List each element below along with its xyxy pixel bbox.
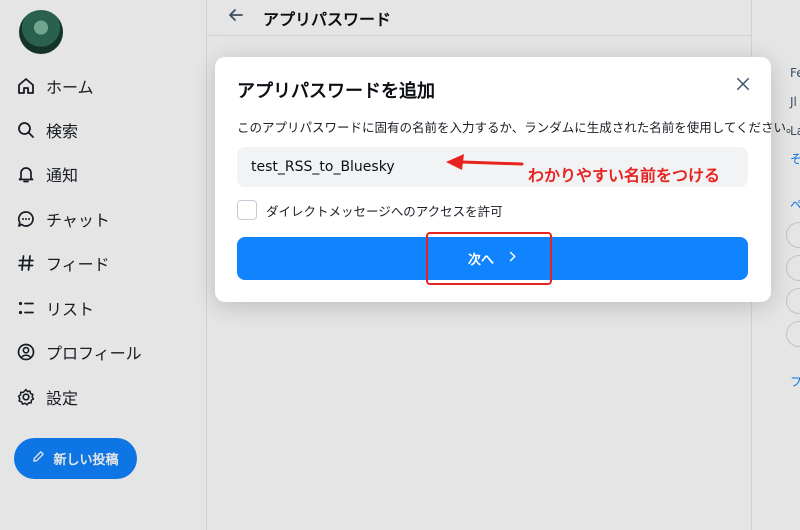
dialog-title: アプリパスワードを追加 [237,81,435,102]
close-icon[interactable] [732,73,754,95]
dm-access-checkbox[interactable] [237,200,257,220]
dialog-description: このアプリパスワードに固有の名前を入力するか、ランダムに生成された名前を使用して… [237,120,799,135]
annotation-arrow-icon [446,154,524,170]
annotation-highlight-box [426,232,552,285]
dm-access-checkbox-row[interactable]: ダイレクトメッセージへのアクセスを許可 [237,200,503,220]
dm-access-checkbox-label: ダイレクトメッセージへのアクセスを許可 [266,203,503,219]
annotation-note: わかりやすい名前をつける [528,166,721,185]
